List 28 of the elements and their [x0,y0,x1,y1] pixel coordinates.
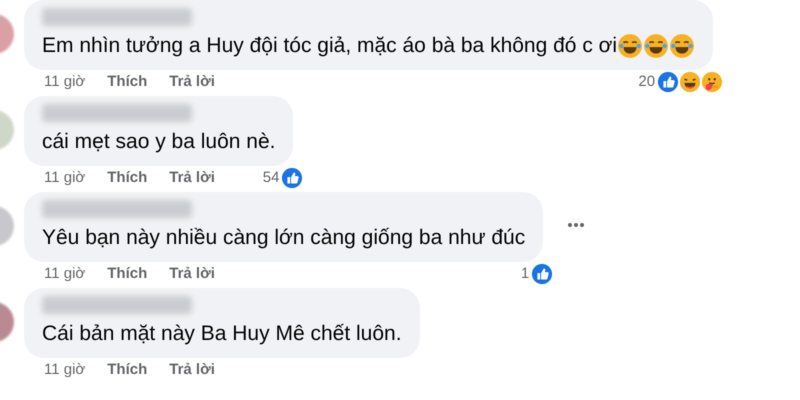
like-link[interactable]: Thích [107,262,148,286]
laughing-emoji-icon [643,33,670,59]
reply-link[interactable]: Trả lời [169,262,215,286]
like-link[interactable]: Thích [107,166,148,190]
like-link[interactable]: Thích [107,70,148,94]
like-link[interactable]: Thích [107,358,148,382]
reply-link[interactable]: Trả lời [169,70,215,94]
more-icon[interactable] [567,222,586,228]
reply-link[interactable]: Trả lời [169,166,215,190]
comment-text: Yêu bạn này nhiều càng lớn càng giống ba như đúc [42,225,526,251]
comment-text: Cái bản mặt này Ba Huy Mê chết luôn. [42,321,402,347]
like-reaction-icon [657,71,680,93]
like-reaction-icon [281,167,304,189]
laughing-emoji-icon [679,71,702,93]
comment-time: 11 giờ [44,168,86,188]
laughing-emoji-icon [617,33,644,59]
reply-link[interactable]: Trả lời [169,358,215,382]
reaction-count[interactable]: 1 [520,262,530,286]
hugging-emoji-icon [701,71,724,93]
laughing-emoji-icon [669,33,696,59]
reaction-count[interactable]: 20 [638,70,656,94]
comment-text: cái mẹt sao y ba luôn nè. [42,129,276,155]
like-reaction-icon [531,263,554,285]
reaction-count[interactable]: 54 [262,166,280,190]
comment-text: Em nhìn tưởng a Huy đội tóc giả, mặc áo bà ba không đó c ơi [42,33,618,59]
comment-time: 11 giờ [44,264,86,284]
comment-time: 11 giờ [44,72,86,92]
comment-time: 11 giờ [44,360,86,380]
